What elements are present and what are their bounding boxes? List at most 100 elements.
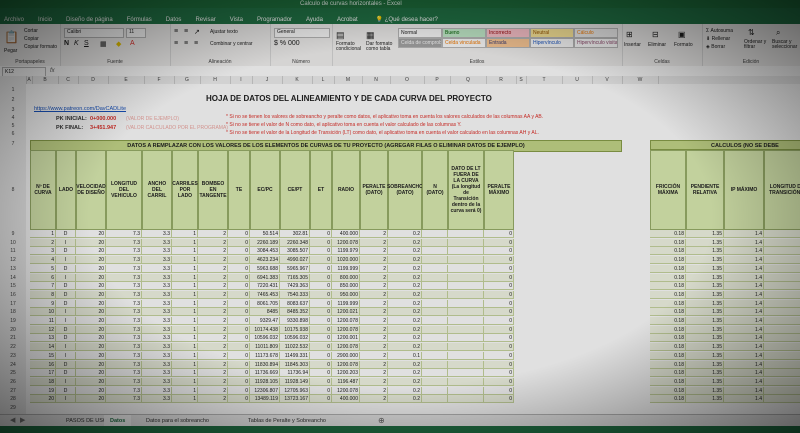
cell-r15-c15[interactable] <box>448 360 484 369</box>
delete-cells-button[interactable]: Eliminar <box>648 42 666 48</box>
align-right-icon[interactable]: ≡ <box>194 40 198 47</box>
row-header-10[interactable]: 10 <box>0 239 26 247</box>
cell-r1-c16[interactable]: 0 <box>484 238 514 247</box>
cell-r6-c2[interactable]: 20 <box>76 282 106 291</box>
cell-r13-c3[interactable]: 7.3 <box>106 343 142 352</box>
cell-r0-c7[interactable]: 0 <box>228 230 250 238</box>
cell-r8-c12[interactable]: 2 <box>360 299 388 308</box>
cell-r14-c4[interactable]: 3.3 <box>142 351 172 360</box>
cell-r9-c13[interactable]: 0.2 <box>388 308 422 317</box>
cell-r3-c8[interactable]: 4623.234 <box>250 256 280 265</box>
cell-r15-c8[interactable]: 11830.894 <box>250 360 280 369</box>
cell-r18-c1[interactable]: D <box>56 386 76 395</box>
cell-r12-c9[interactable]: 10596.032 <box>280 334 310 343</box>
cell-r9-c5[interactable]: 1 <box>172 308 198 317</box>
cell-r7-c16[interactable]: 0 <box>484 290 514 299</box>
cell-style-1[interactable]: Bueno <box>442 28 486 38</box>
cell-r2-c2[interactable]: 20 <box>76 247 106 256</box>
cell-r16-c0[interactable]: 17 <box>30 369 56 378</box>
cell-r19-c11[interactable]: 400.000 <box>332 395 360 404</box>
cell-r6-c3[interactable]: 7.3 <box>106 282 142 291</box>
cell-r9-c16[interactable]: 0 <box>484 308 514 317</box>
align-top-icon[interactable]: ≡ <box>174 28 178 35</box>
wrap-text-button[interactable]: Ajustar texto <box>210 29 238 35</box>
cell-r3-c15[interactable] <box>448 256 484 265</box>
row-header-20[interactable]: 20 <box>0 326 26 334</box>
cell-r19-c3[interactable]: 7.3 <box>106 395 142 404</box>
cell-r11-c0[interactable]: 12 <box>30 325 56 334</box>
cell-r18-c3[interactable]: 7.3 <box>106 386 142 395</box>
column-header-P[interactable]: P <box>424 76 451 84</box>
cell-r13-c13[interactable]: 0.2 <box>388 343 422 352</box>
cell-r10-c14[interactable] <box>422 317 448 325</box>
cell-r14-c12[interactable]: 2 <box>360 351 388 360</box>
cell-r9-c10[interactable]: 0 <box>310 308 332 317</box>
cell-r12-c16[interactable]: 0 <box>484 334 514 343</box>
cell-r10-c3[interactable]: 7.3 <box>106 317 142 325</box>
cell-r17-c0[interactable]: 18 <box>30 377 56 386</box>
orientation-icon[interactable]: ↗ <box>194 28 200 36</box>
row-header-26[interactable]: 26 <box>0 378 26 386</box>
row-header-11[interactable]: 11 <box>0 247 26 255</box>
cell-r19-c12[interactable]: 2 <box>360 395 388 404</box>
cell-r0-c6[interactable]: 2 <box>198 230 228 238</box>
cell-r6-c14[interactable] <box>422 282 448 291</box>
column-header-T[interactable]: T <box>526 76 563 84</box>
cell-r7-c6[interactable]: 2 <box>198 290 228 299</box>
cell-r11-c10[interactable]: 0 <box>310 325 332 334</box>
cell-r4-c1[interactable]: D <box>56 264 76 273</box>
cell-r0-c12[interactable]: 2 <box>360 230 388 238</box>
cell-r9-c12[interactable]: 2 <box>360 308 388 317</box>
row-header-28[interactable]: 28 <box>0 395 26 403</box>
cell-r9-c3[interactable]: 7.3 <box>106 308 142 317</box>
column-header-Q[interactable]: Q <box>450 76 487 84</box>
cell-r9-c8[interactable]: 8485 <box>250 308 280 317</box>
cell-r15-c1[interactable]: D <box>56 360 76 369</box>
cell-r11-c9[interactable]: 10175.938 <box>280 325 310 334</box>
cell-r16-c3[interactable]: 7.3 <box>106 369 142 378</box>
cell-r5-c4[interactable]: 3.3 <box>142 273 172 282</box>
cell-r1-c10[interactable]: 0 <box>310 238 332 247</box>
cell-r8-c13[interactable]: 0.2 <box>388 299 422 308</box>
cell-r16-c11[interactable]: 1200.203 <box>332 369 360 378</box>
cell-r11-c6[interactable]: 2 <box>198 325 228 334</box>
cell-r19-c14[interactable] <box>422 395 448 404</box>
conditional-format-icon[interactable]: ▤ <box>336 30 345 41</box>
cell-r16-c12[interactable]: 2 <box>360 369 388 378</box>
cell-r18-c13[interactable]: 0.2 <box>388 386 422 395</box>
insert-cells-icon[interactable]: ⊞ <box>626 30 633 39</box>
cell-r16-c13[interactable]: 0.2 <box>388 369 422 378</box>
cell-r12-c5[interactable]: 1 <box>172 334 198 343</box>
cell-r15-c12[interactable]: 2 <box>360 360 388 369</box>
cell-r6-c10[interactable]: 0 <box>310 282 332 291</box>
cell-r1-c7[interactable]: 0 <box>228 238 250 247</box>
cell-r1-c4[interactable]: 3.3 <box>142 238 172 247</box>
cell-r10-c6[interactable]: 2 <box>198 317 228 325</box>
cell-r11-c12[interactable]: 2 <box>360 325 388 334</box>
cell-r13-c1[interactable]: I <box>56 343 76 352</box>
cell-r11-c13[interactable]: 0.2 <box>388 325 422 334</box>
cell-r14-c1[interactable]: I <box>56 351 76 360</box>
cell-r17-c7[interactable]: 0 <box>228 377 250 386</box>
cell-r14-c10[interactable]: 0 <box>310 351 332 360</box>
cell-r11-c3[interactable]: 7.3 <box>106 325 142 334</box>
cell-r19-c16[interactable]: 0 <box>484 395 514 404</box>
cell-r19-c8[interactable]: 13489.119 <box>250 395 280 404</box>
cell-r19-c15[interactable] <box>448 395 484 404</box>
cell-r2-c12[interactable]: 2 <box>360 247 388 256</box>
align-center-icon[interactable]: ≡ <box>184 40 188 47</box>
row-header-29[interactable]: 29 <box>0 404 26 412</box>
cell-r15-c6[interactable]: 2 <box>198 360 228 369</box>
cell-r7-c9[interactable]: 7540.333 <box>280 290 310 299</box>
cell-r3-c13[interactable]: 0.2 <box>388 256 422 265</box>
cell-r16-c10[interactable]: 0 <box>310 369 332 378</box>
cell-r14-c16[interactable]: 0 <box>484 351 514 360</box>
cell-r19-c6[interactable]: 2 <box>198 395 228 404</box>
cell-r4-c5[interactable]: 1 <box>172 264 198 273</box>
cell-r4-c8[interactable]: 5963.688 <box>250 264 280 273</box>
autosum-button[interactable]: Σ Autosuma <box>706 28 733 34</box>
cell-r3-c16[interactable]: 0 <box>484 256 514 265</box>
sort-filter-button[interactable]: Ordenar y filtrar <box>744 40 770 50</box>
cell-r10-c11[interactable]: 1200.078 <box>332 317 360 325</box>
cell-r12-c4[interactable]: 3.3 <box>142 334 172 343</box>
